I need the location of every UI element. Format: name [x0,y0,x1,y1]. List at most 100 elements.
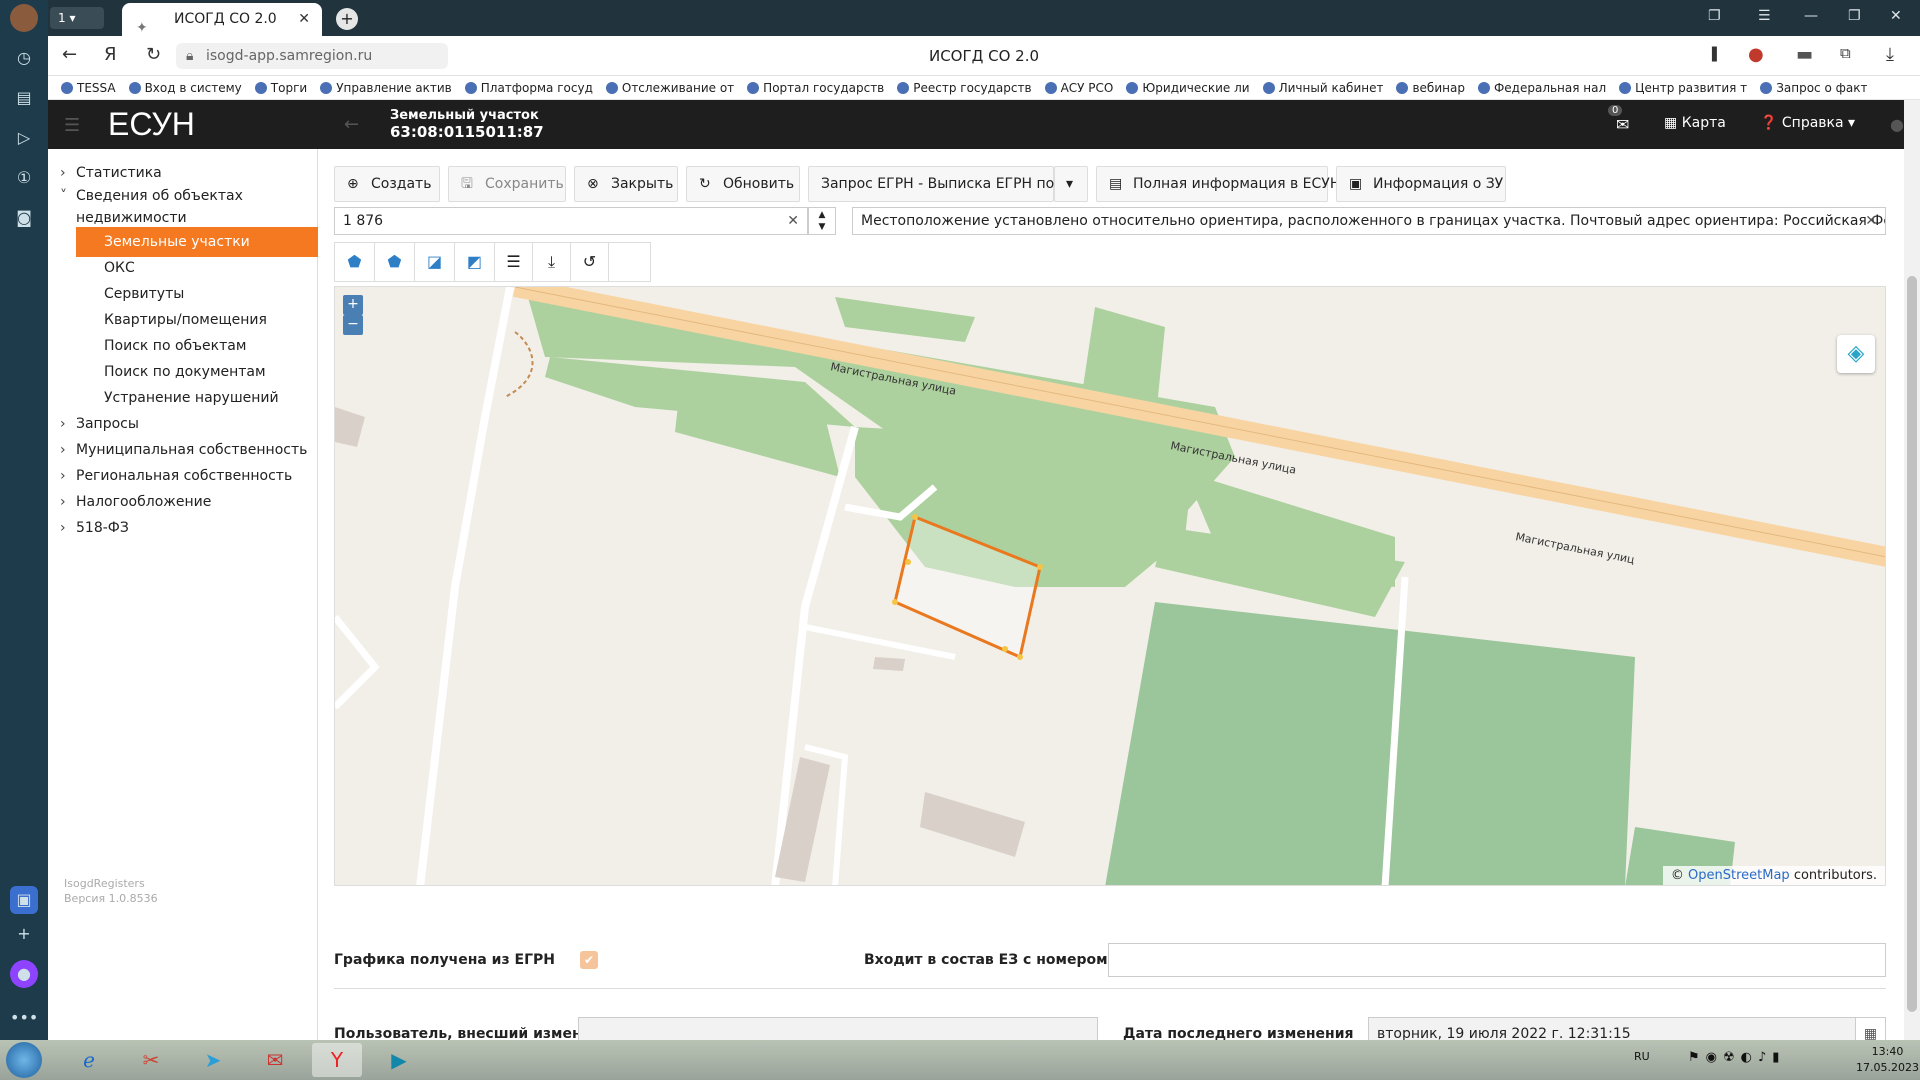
extensions-icon[interactable]: ⧉ [1840,44,1851,62]
bookmark-icon [464,82,477,94]
nav-regional[interactable]: › Региональная собственность [60,465,292,487]
nav-municipal[interactable]: › Муниципальная собственность [60,439,307,461]
location-field[interactable]: Местоположение установлено относительно … [852,207,1886,235]
bookmark-item[interactable]: Платформа госуд [464,76,593,99]
tab-counter-icon[interactable]: ① [10,164,38,192]
nav-statistics[interactable]: › Статистика [60,162,162,184]
more-icon[interactable]: ••• [10,1004,38,1032]
bookmark-item[interactable]: вебинар [1396,76,1465,99]
bookmark-item[interactable]: Управление актив [320,76,452,99]
camera-icon[interactable]: ◙ [10,204,38,232]
maximize-icon[interactable]: ❐ [1848,8,1861,24]
bookmark-item[interactable]: Личный кабинет [1262,76,1383,99]
history-icon[interactable]: ◷ [10,44,38,72]
minimize-icon[interactable]: — [1804,8,1818,24]
page-scrollbar[interactable] [1904,100,1920,1040]
create-button[interactable]: ⊕ Создать [334,166,440,202]
user-icon[interactable]: ● [1890,115,1904,134]
zoom-in-button[interactable]: + [343,295,363,315]
alice-icon[interactable]: ● [10,960,38,988]
bookmark-item[interactable]: Юридические ли [1126,76,1250,99]
zoom-out-button[interactable]: − [343,315,363,335]
tray-icons[interactable]: ⚑◉☢◐♪▮ [1688,1050,1785,1065]
chat-icon[interactable]: ✉ [250,1043,300,1077]
add-panel-icon[interactable]: + [10,920,38,948]
bookmark-icon [1044,82,1057,94]
telegram-icon[interactable]: ➤ [188,1043,238,1077]
mail-icon[interactable]: ✉ [1616,115,1629,134]
ez-number-field[interactable] [1108,943,1886,977]
downloads-icon[interactable]: ⤓ [1886,44,1894,65]
bookmark-item[interactable]: Центр развития т [1619,76,1747,99]
add-geometry-icon[interactable]: ⬟ [375,243,415,281]
refresh-icon: ↻ [699,176,711,192]
area-field[interactable]: 1 876 ✕ [334,207,808,235]
bookmark-item[interactable]: Отслеживание от [605,76,735,99]
messenger-icon[interactable]: ▶ [374,1043,424,1077]
brand-logo[interactable]: ЕСУН [108,106,195,143]
egrn-request-button[interactable]: Запрос ЕГРН - Выписка ЕГРН по ЗУ [808,166,1076,202]
close-button[interactable]: ⊗ Закрыть [574,166,678,202]
delete-geometry-icon[interactable]: ⬟ [335,243,375,281]
language-indicator[interactable]: RU [1634,1050,1650,1063]
bookmark-item[interactable]: Запрос о факт [1760,76,1867,99]
bookmark-icon[interactable]: ❚ [1708,44,1721,62]
osm-link[interactable]: OpenStreetMap [1688,868,1790,883]
sidebar-item-violations[interactable]: Устранение нарушений [76,383,318,413]
tab-group-button[interactable]: 1 ▾ [50,7,104,29]
graphics-checkbox[interactable]: ✔ [580,951,598,969]
area-spinner[interactable]: ▲ ▼ [808,207,836,235]
app-icon[interactable]: ✂ [126,1043,176,1077]
reset-icon[interactable]: ↺ [571,243,609,281]
hamburger-icon[interactable]: ☰ [64,115,80,136]
ie-icon[interactable]: ℯ [64,1043,114,1077]
bookmark-item[interactable]: Торги [254,76,307,99]
clock[interactable]: 13:40 17.05.2023 [1856,1044,1919,1076]
bookmark-item[interactable]: Реестр государств [897,76,1032,99]
start-button[interactable] [6,1042,42,1078]
bookmark-item[interactable]: Портал государств [747,76,884,99]
menu-icon[interactable]: ☰ [1758,8,1771,24]
bookmark-item[interactable]: АСУ РСО [1044,76,1113,99]
profile-avatar[interactable] [10,4,38,32]
extension-icon[interactable]: ▬ [1796,44,1813,65]
video-icon[interactable]: ▷ [10,124,38,152]
nav-requests[interactable]: › Запросы [60,413,139,435]
help-menu[interactable]: ❓ Справка ▾ [1760,115,1855,131]
back-arrow-icon[interactable]: ← [344,114,359,135]
window-close-icon[interactable]: ✕ [1890,8,1902,24]
refresh-button[interactable]: ↻ Обновить [686,166,800,202]
import-geometry-icon[interactable]: ◩ [455,243,495,281]
bookmark-item[interactable]: Федеральная нал [1477,76,1606,99]
tabs-icon[interactable]: ❐ [1708,8,1721,24]
close-icon[interactable]: ✕ [298,3,310,36]
scrollbar-thumb[interactable] [1907,276,1917,1012]
list-icon[interactable]: ☰ [495,243,533,281]
clear-icon[interactable]: ✕ [787,208,799,234]
download-icon[interactable]: ⤓ [533,243,571,281]
collections-icon[interactable]: ▤ [10,84,38,112]
new-tab-button[interactable]: + [336,8,358,30]
copy-geometry-icon[interactable]: ◪ [415,243,455,281]
extension-icon[interactable]: ● [1748,44,1764,65]
nav-taxation[interactable]: › Налогообложение [60,491,211,513]
full-info-button[interactable]: ▤ Полная информация в ЕСУН [1096,166,1340,202]
zu-info-button[interactable]: ▣ Информация о ЗУ [1336,166,1506,202]
yandex-browser-icon[interactable]: Y [312,1043,362,1077]
egrn-dropdown-button[interactable]: ▾ [1054,166,1088,202]
bookmark-label: Отслеживание от [621,81,735,95]
map-view[interactable]: Магистральная улица Магистральная улица … [334,286,1886,886]
save-button[interactable]: 🖫︎ Сохранить [448,166,566,202]
bookmark-item[interactable]: TESSA [61,76,116,99]
map-link[interactable]: ▦ Карта [1664,115,1726,131]
address-bar: ← Я ↻ 🔒︎ isogd-app.samregion.ru ИСОГД СО… [48,36,1920,76]
app-icon[interactable]: ▣ [10,886,38,914]
layers-icon[interactable]: ◈ [1837,335,1875,373]
nav-realty[interactable]: ˅ Сведения об объектах недвижимости [60,185,243,229]
tab-isogd[interactable]: ✦ ИСОГД СО 2.0 ✕ [122,3,322,36]
nav-518fz[interactable]: › 518-ФЗ [60,517,129,539]
map-canvas: Магистральная улица Магистральная улица … [335,287,1885,885]
clear-icon[interactable]: ✕ [1865,208,1877,234]
bookmark-item[interactable]: Вход в систему [128,76,242,99]
bookmark-icon [254,82,267,94]
